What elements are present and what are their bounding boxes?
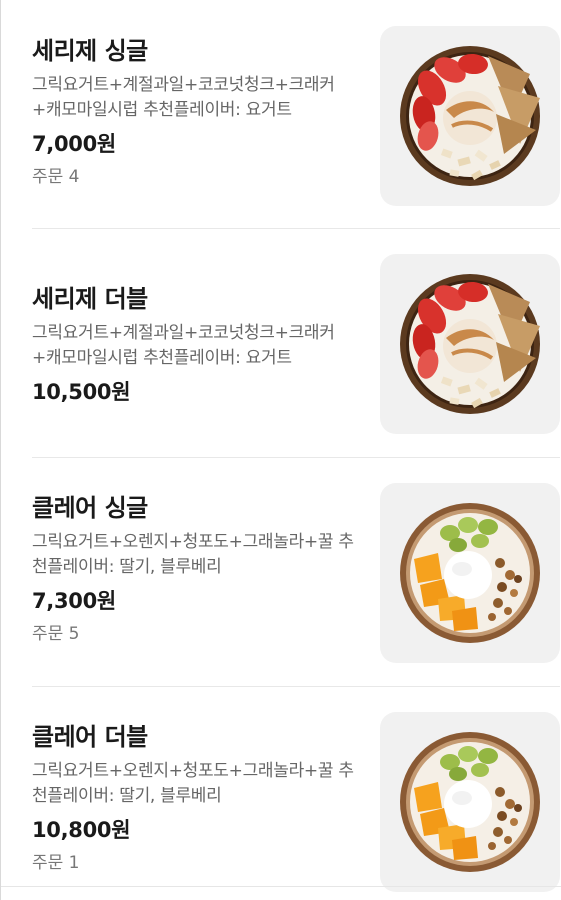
menu-item-description: 그릭요거트+계절과일+코코넛청크+크래커+캐모마일시럽 추천플레이버: 요거트 [32,323,335,368]
menu-item-description: 그릭요거트+오렌지+청포도+그래놀라+꿀 추천플레이버: 딸기, 블루베리 [32,532,354,577]
menu-page: 세리제 싱글 그릭요거트+계절과일+코코넛청크+크래커+캐모마일시럽 추천플레이… [0,0,561,900]
menu-item-image[interactable] [380,483,560,663]
menu-item-text: 클레어 싱글 그릭요거트+오렌지+청포도+그래놀라+꿀 추천플레이버: 딸기, … [32,493,357,646]
menu-item-image[interactable] [380,26,560,206]
bottom-divider [1,886,561,887]
menu-item-price: 10,500원 [32,380,131,404]
menu-item-price: 10,800원 [32,818,131,842]
menu-item[interactable]: 세리제 싱글 그릭요거트+계절과일+코코넛청크+크래커+캐모마일시럽 추천플레이… [32,0,560,229]
menu-item-text: 세리제 싱글 그릭요거트+계절과일+코코넛청크+크래커+캐모마일시럽 추천플레이… [32,36,357,189]
orange-grape-yogurt-bowl-icon [400,503,540,643]
menu-item-price: 7,300원 [32,589,116,613]
menu-item-order-count: 주문 1 [32,853,80,873]
menu-item-name: 클레어 더블 [32,723,148,751]
menu-item[interactable]: 클레어 싱글 그릭요거트+오렌지+청포도+그래놀라+꿀 추천플레이버: 딸기, … [32,458,560,687]
menu-item-image[interactable] [380,254,560,434]
strawberry-yogurt-bowl-icon [400,46,540,186]
menu-item-order-count: 주문 5 [32,624,80,644]
menu-item-price: 7,000원 [32,132,116,156]
menu-item-name: 세리제 싱글 [32,37,148,65]
menu-item-description: 그릭요거트+계절과일+코코넛청크+크래커+캐모마일시럽 추천플레이버: 요거트 [32,75,335,120]
menu-item-text: 세리제 더블 그릭요거트+계절과일+코코넛청크+크래커+캐모마일시럽 추천플레이… [32,284,357,405]
menu-item-name: 클레어 싱글 [32,494,148,522]
menu-item-text: 클레어 더블 그릭요거트+오렌지+청포도+그래놀라+꿀 추천플레이버: 딸기, … [32,722,357,875]
menu-item[interactable]: 클레어 더블 그릭요거트+오렌지+청포도+그래놀라+꿀 추천플레이버: 딸기, … [32,687,560,900]
orange-grape-yogurt-bowl-icon [400,732,540,872]
strawberry-yogurt-bowl-icon [400,274,540,414]
menu-item-description: 그릭요거트+오렌지+청포도+그래놀라+꿀 추천플레이버: 딸기, 블루베리 [32,761,354,806]
menu-item-order-count: 주문 4 [32,167,80,187]
menu-item-name: 세리제 더블 [32,285,148,313]
menu-item[interactable]: 세리제 더블 그릭요거트+계절과일+코코넛청크+크래커+캐모마일시럽 추천플레이… [32,229,560,458]
menu-item-image[interactable] [380,712,560,892]
menu-list: 세리제 싱글 그릭요거트+계절과일+코코넛청크+크래커+캐모마일시럽 추천플레이… [32,0,560,900]
